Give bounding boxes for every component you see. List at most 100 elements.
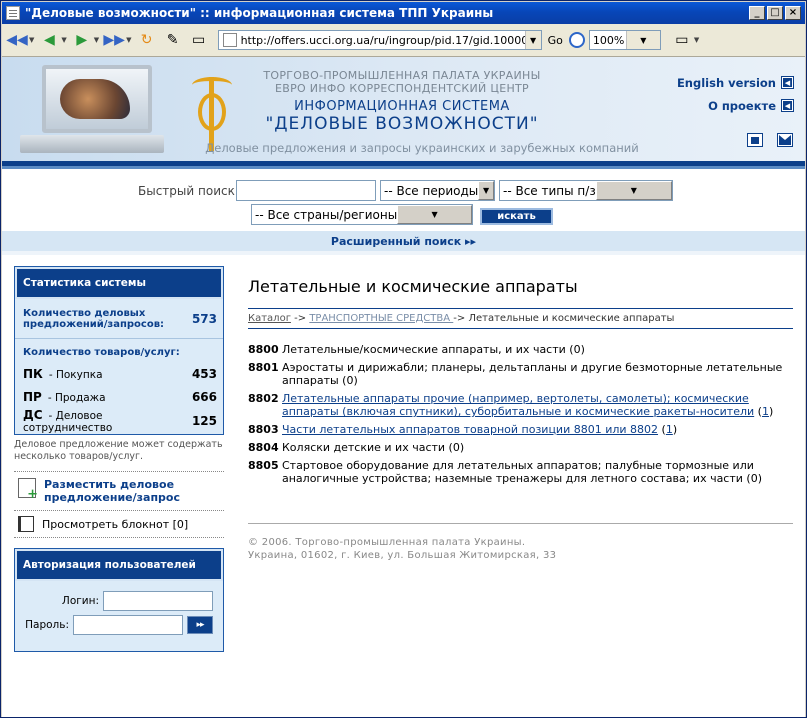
breadcrumb-transport-link[interactable]: ТРАНСПОРТНЫЕ СРЕДСТВА [309,313,453,324]
address-input[interactable]: http://offers.ucci.org.ua/ru/ingroup/pid… [241,34,525,47]
period-select[interactable]: -- Все периоды ▼ [380,180,495,201]
keyboard-image [20,135,164,153]
offers-label: Количество деловых предложений/запросов: [23,307,165,330]
list-item: 8805 Стартовое оборудование для летатель… [248,459,793,485]
chevron-down-icon[interactable]: ▼ [625,31,660,49]
auth-panel: Авторизация пользователей Логин: Пароль:… [14,548,224,652]
item-count-link[interactable]: 1 [666,423,673,436]
breadcrumb: Каталог -> ТРАНСПОРТНЫЕ СРЕДСТВА -> Лета… [248,308,793,329]
address-bar[interactable]: http://offers.ucci.org.ua/ru/ingroup/pid… [217,30,542,50]
divider [2,251,805,255]
advanced-search-link[interactable]: Расширенный поиск ▸▸ [2,231,805,251]
stats-panel: Статистика системы Количество деловых пр… [14,266,224,435]
rewind-icon[interactable]: ◀◀ [6,29,28,51]
item-code: 8801 [248,361,279,374]
page-viewport: ТОРГОВО-ПРОМЫШЛЕННАЯ ПАЛАТА УКРАИНЫ ЕВРО… [2,57,805,717]
arrow-left-icon[interactable]: ◀ [781,99,794,112]
chevron-down-icon[interactable]: ▼ [126,36,131,44]
chevron-down-icon[interactable]: ▼ [694,36,699,44]
footer-copyright: © 2006. Торгово-промышленная палата Укра… [248,537,526,548]
page-icon [222,33,237,47]
item-code: 8805 [248,459,279,472]
stat-code: ДС [23,408,43,422]
center-name: ЕВРО ИНФО КОРРЕСПОНДЕНТСКИЙ ЦЕНТР [275,82,529,95]
home-icon[interactable] [747,133,763,147]
maximize-button[interactable]: □ [767,6,783,20]
place-offer-link[interactable]: Разместить деловое предложение/запрос [14,472,224,510]
monitor-illustration [12,63,164,155]
page-icon [6,6,20,20]
pen-icon[interactable]: ✎ [162,29,184,51]
site-banner: ТОРГОВО-ПРОМЫШЛЕННАЯ ПАЛАТА УКРАИНЫ ЕВРО… [2,57,805,161]
login-row: Логин: [15,589,223,613]
item-code: 8802 [248,392,279,405]
system-name: "ДЕЛОВЫЕ ВОЗМОЖНОСТИ" [265,114,539,134]
search-input[interactable] [236,180,376,201]
zoom-select[interactable]: 100% ▼ [588,30,661,50]
login-input[interactable] [103,591,213,611]
stat-code: ПК [23,366,43,381]
new-page-icon[interactable]: ▭ [188,29,210,51]
fast-forward-icon[interactable]: ▶▶ [103,29,125,51]
type-select[interactable]: -- Все типы п/з ▼ [499,180,673,201]
list-item: 8803 Части летательных аппаратов товарно… [248,423,678,436]
reload-icon[interactable]: ↻ [136,29,158,51]
chevron-down-icon[interactable]: ▼ [94,36,99,44]
page-title: Летательные и космические аппараты [248,277,578,296]
password-input[interactable] [73,615,183,635]
forward-icon[interactable]: ▶ [71,29,93,51]
list-item: 8801 Аэростаты и дирижабли; планеры, дел… [248,361,793,387]
notepad-link[interactable]: Просмотреть блокнот [0] [14,511,224,537]
stat-row-cooperation: ДС - Деловое сотрудничество 125 [15,408,223,434]
arrow-left-icon[interactable]: ◀ [781,76,794,89]
zoom-icon[interactable] [568,32,585,48]
chamber-name: ТОРГОВО-ПРОМЫШЛЕННАЯ ПАЛАТА УКРАИНЫ [263,69,541,82]
mail-icon[interactable] [777,133,793,147]
browser-window: "Деловые возможности" :: информационная … [0,0,807,718]
item-code: 8804 [248,441,279,454]
footer: © 2006. Торгово-промышленная палата Укра… [248,523,793,562]
item-count-link[interactable]: 1 [762,405,769,418]
footer-address: Украина, 01602, г. Киев, ул. Большая Жит… [248,550,557,561]
chevron-down-icon[interactable]: ▼ [397,205,472,224]
offers-count: 573 [191,311,217,326]
chevron-down-icon[interactable]: ▼ [478,181,494,200]
stat-row-sell: ПР - Продажа 666 [15,385,223,408]
category-list: 8800 Летательные/космические аппараты, и… [248,343,793,485]
stat-label: - Покупка [48,368,103,381]
chevron-down-icon[interactable]: ▼ [29,36,34,44]
item-text: Коляски детские и их части (0) [282,441,465,454]
item-text: Стартовое оборудование для летательных а… [282,459,762,485]
password-row: Пароль: ▸▸ [15,613,223,637]
title-bar[interactable]: "Деловые возможности" :: информационная … [2,2,805,24]
item-text: Аэростаты и дирижабли; планеры, дельтапл… [282,361,783,387]
breadcrumb-catalog-link[interactable]: Каталог [248,313,291,324]
window-title: "Деловые возможности" :: информационная … [25,6,494,20]
stat-label: - Продажа [47,391,106,404]
about-link[interactable]: О проекте ◀ [677,94,794,117]
item-link[interactable]: Летательные аппараты прочие (например, в… [282,392,754,418]
auth-title: Авторизация пользователей [15,549,223,581]
chevron-down-icon[interactable]: ▼ [524,31,541,49]
goods-label: Количество товаров/услуг: [23,347,180,358]
country-select[interactable]: -- Все страны/регионы ▼ [251,204,473,225]
caduceus-logo-icon [192,71,232,151]
add-document-icon[interactable] [18,478,38,501]
close-button[interactable]: × [785,6,801,20]
page-menu-icon[interactable]: ▭ [671,29,693,51]
login-submit-button[interactable]: ▸▸ [187,616,213,634]
back-icon[interactable]: ◀ [38,29,60,51]
sidebar: Статистика системы Количество деловых пр… [14,266,224,652]
go-button[interactable]: Go [548,34,563,47]
search-button[interactable]: искать [480,208,553,225]
english-version-link[interactable]: English version ◀ [677,71,794,94]
item-link[interactable]: Части летательных аппаратов товарной поз… [282,423,658,436]
chevron-down-icon[interactable]: ▼ [595,181,672,200]
offers-row: Количество деловых предложений/запросов:… [15,299,223,339]
stat-count: 453 [191,366,217,381]
chevron-down-icon[interactable]: ▼ [61,36,66,44]
minimize-button[interactable]: _ [749,6,765,20]
notebook-icon[interactable] [18,516,34,532]
stats-title: Статистика системы [15,267,223,299]
stat-row-buy: ПК - Покупка 453 [15,362,223,385]
